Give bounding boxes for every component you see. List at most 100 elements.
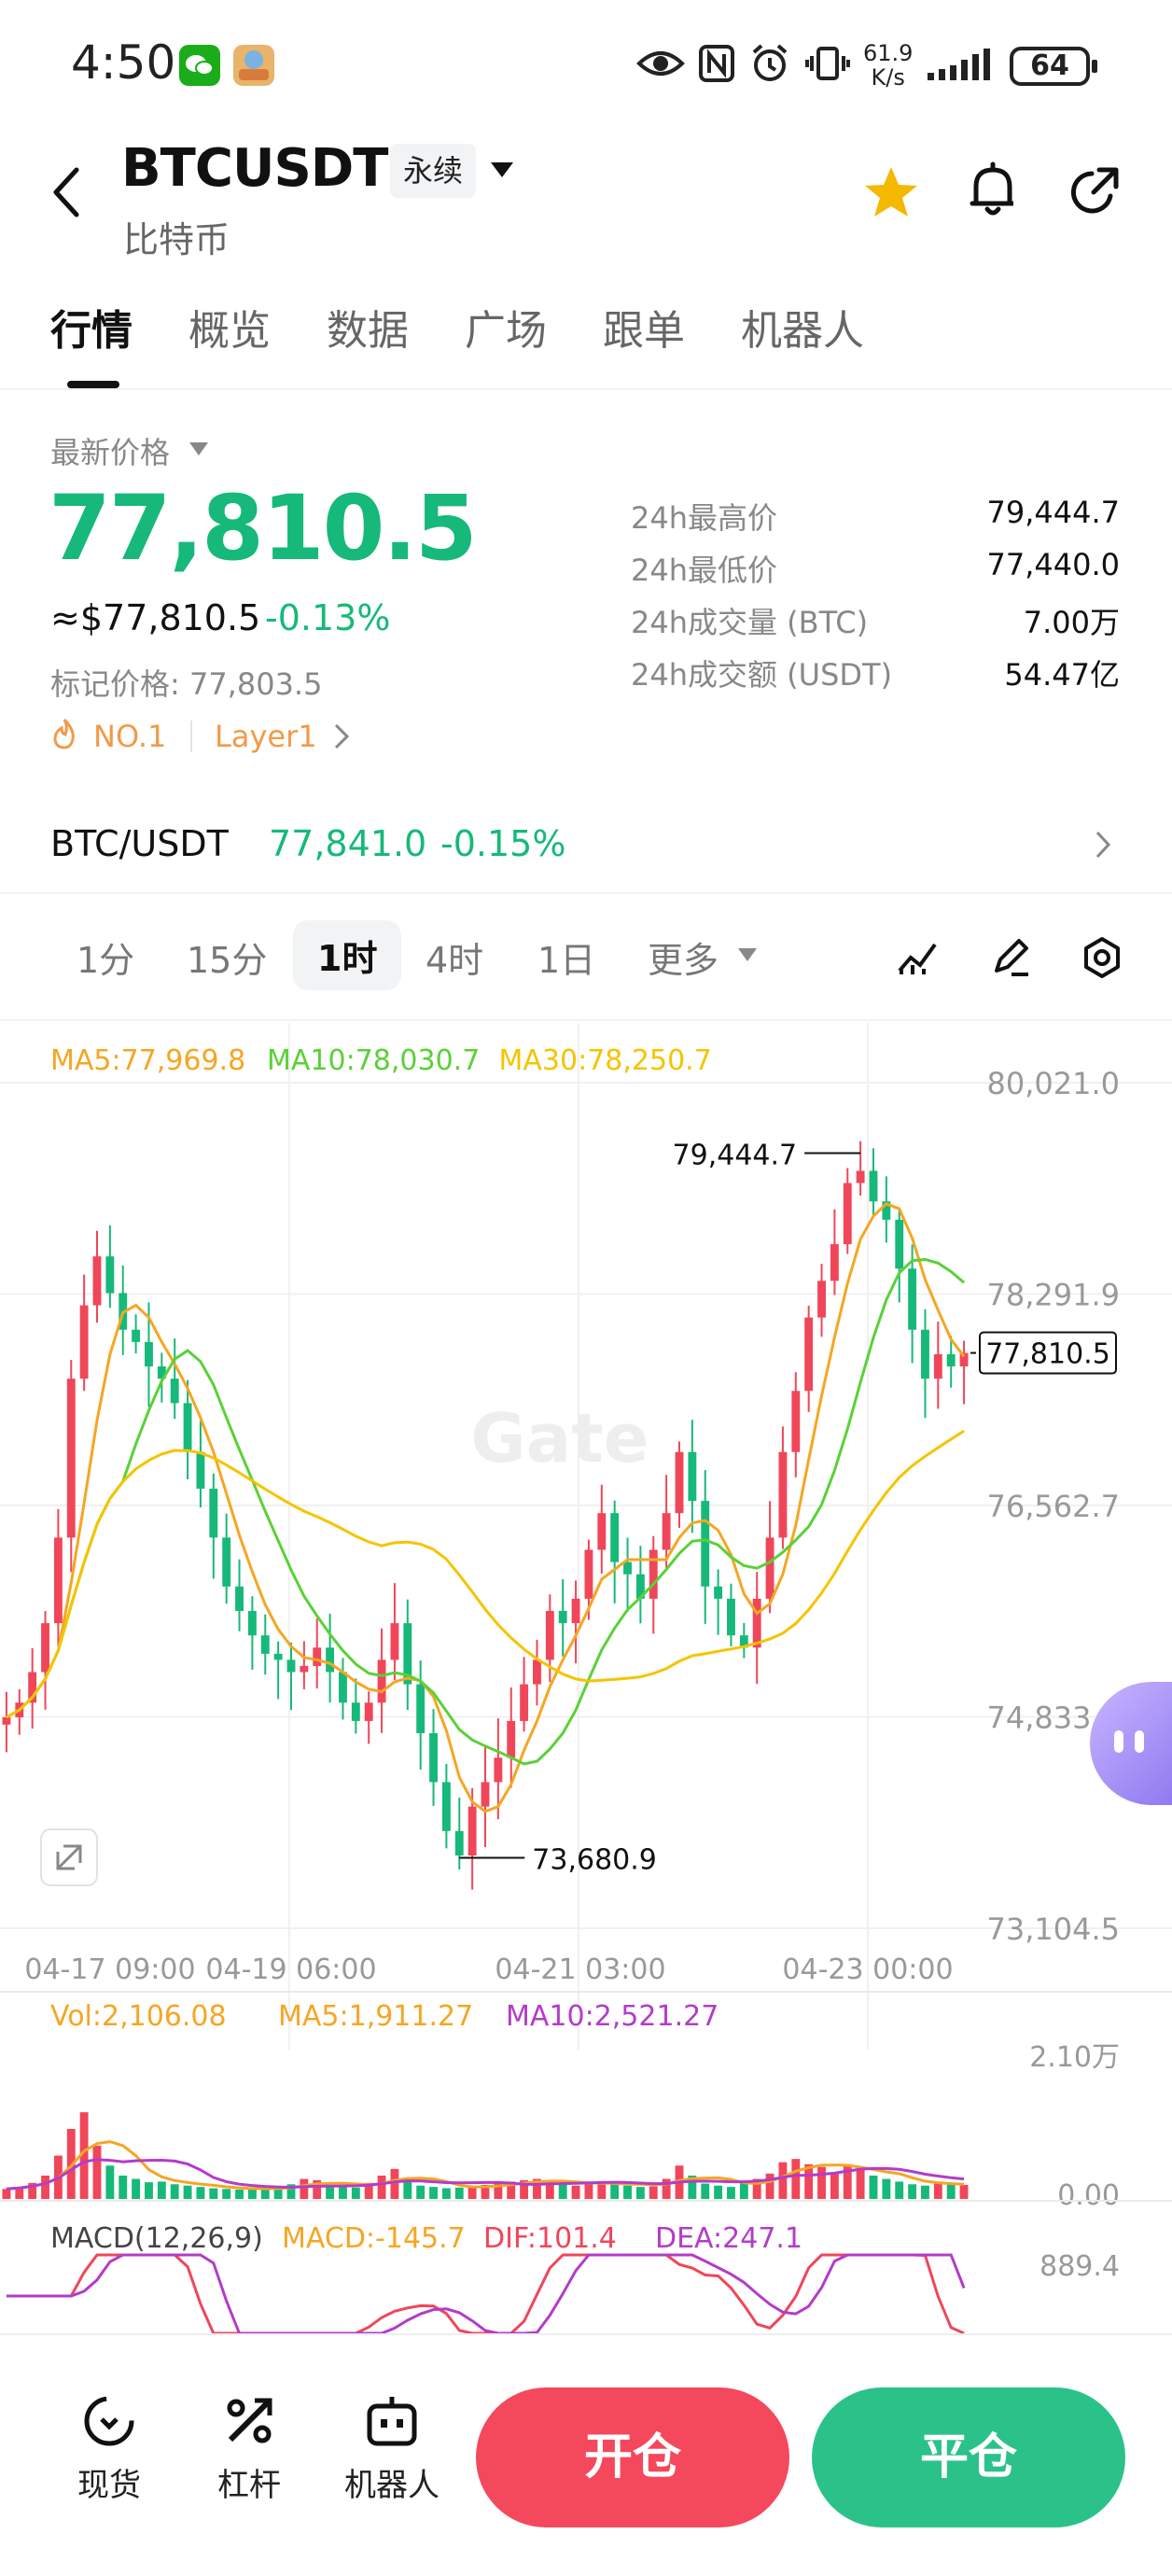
chevron-right-icon[interactable] [1094, 829, 1112, 861]
timeframe-1m[interactable]: 1分 [77, 931, 134, 983]
timeframe-15m[interactable]: 15分 [187, 931, 267, 983]
candle-body [454, 1830, 464, 1855]
x-axis-tick: 04-21 03:00 [495, 1953, 665, 1986]
tab-overview[interactable]: 概览 [188, 297, 271, 357]
timeframe-1h[interactable]: 1时 [293, 920, 402, 990]
candle-body [856, 1170, 865, 1183]
tab-data[interactable]: 数据 [327, 297, 409, 357]
draw-icon[interactable] [989, 935, 1032, 978]
bottom-nav-bots-label: 机器人 [344, 2467, 440, 2504]
macd-legend-3: DEA:247.1 [655, 2222, 802, 2255]
price-section: 最新价格 77,810.5 ≈$77,810.5 -0.13% 标记价格: 77… [0, 390, 1172, 801]
volume-bar [908, 2184, 917, 2199]
volume-bar [429, 2187, 438, 2199]
bottom-action-bar: 现货 杠杆 机器人 开仓 平仓 [0, 2333, 1172, 2576]
bottom-nav-leverage-label: 杠杆 [217, 2467, 281, 2504]
volume-bar [196, 2187, 205, 2199]
candle-body [507, 1720, 516, 1758]
volume-bar [778, 2162, 788, 2199]
stat-high-label: 24h最高价 [631, 500, 778, 536]
candle-body [222, 1537, 231, 1587]
timeframe-bar: 1分 15分 1时 4时 1日 更多 [0, 894, 1172, 1021]
volume-bar [933, 2182, 942, 2199]
volume-bar [635, 2187, 645, 2199]
candle-body [481, 1782, 490, 1807]
candle-body [908, 1268, 917, 1330]
settings-icon[interactable] [1081, 935, 1123, 980]
latest-price-label[interactable]: 最新价格 [50, 429, 170, 472]
dropdown-triangle-icon[interactable] [489, 159, 515, 181]
volume-bar [119, 2176, 128, 2199]
share-icon[interactable] [1066, 164, 1122, 220]
candle-body [895, 1219, 904, 1269]
candle-body [921, 1329, 929, 1379]
spot-icon [84, 2396, 134, 2446]
candle-body [105, 1256, 115, 1294]
volume-bar [610, 2182, 620, 2199]
volume-bar [105, 2165, 115, 2199]
candle-body [339, 1672, 347, 1703]
tab-copy-trading[interactable]: 跟单 [603, 297, 685, 357]
close-position-button[interactable]: 平仓 [812, 2387, 1125, 2527]
candle-body [183, 1403, 192, 1452]
x-axis-tick: 04-23 00:00 [782, 1953, 953, 1986]
volume-y-tick: 2.10万 [1029, 2041, 1120, 2074]
volume-bar [584, 2184, 593, 2199]
alarm-icon [752, 44, 788, 81]
chevron-right-icon[interactable] [332, 722, 351, 750]
volume-y-tick: 0.00 [1057, 2179, 1120, 2212]
timeframe-4h[interactable]: 4时 [426, 931, 483, 983]
timeframe-1d[interactable]: 1日 [537, 931, 595, 983]
status-time: 4:50 [71, 35, 176, 90]
candle-body [843, 1183, 852, 1245]
vibrate-icon [805, 47, 850, 80]
caret-down-icon[interactable] [737, 946, 758, 963]
volume-bar [701, 2183, 710, 2199]
candle-body [467, 1806, 477, 1855]
spot-pair-row[interactable]: BTC/USDT 77,841.0 -0.15% [0, 801, 1172, 894]
candle-body [727, 1598, 735, 1636]
star-icon[interactable] [862, 164, 920, 220]
macd-legend-0: MACD(12,26,9) [50, 2222, 263, 2255]
volume-bar [869, 2176, 878, 2199]
assistant-eye [1135, 1730, 1144, 1753]
open-position-button[interactable]: 开仓 [476, 2387, 789, 2527]
candle-body [41, 1623, 49, 1673]
stat-turnover-label: 24h成交额 (USDT) [631, 657, 893, 693]
leverage-icon [227, 2398, 272, 2443]
volume-bar [377, 2176, 386, 2199]
rank-tag[interactable]: NO.1 [93, 719, 166, 754]
candle-body [752, 1598, 761, 1648]
candle-body [132, 1329, 141, 1342]
kline-chart[interactable]: 80,021.078,291.976,562.774,833.673,104.5… [0, 1023, 1172, 2333]
candle-body [235, 1586, 244, 1612]
stat-turnover-value: 54.47亿 [1004, 657, 1120, 693]
bottom-nav-spot[interactable]: 现货 [67, 2391, 151, 2505]
tab-bots[interactable]: 机器人 [741, 297, 864, 357]
timeframe-more[interactable]: 更多 [648, 931, 719, 983]
bottom-nav-bots[interactable]: 机器人 [336, 2391, 448, 2505]
tab-market[interactable]: 行情 [50, 297, 133, 357]
back-arrow-icon[interactable] [49, 164, 86, 220]
candle-body [313, 1647, 322, 1666]
sector-tag[interactable]: Layer1 [215, 719, 317, 754]
stat-high-value: 79,444.7 [986, 495, 1121, 530]
caret-down-icon[interactable] [188, 441, 209, 457]
volume-bar [856, 2168, 865, 2199]
candle-body [869, 1170, 878, 1202]
app-root: 4:50 61.9 K/s 64 BTCUSDT 永续 比特币 行情 概览 数据 … [0, 0, 1172, 2576]
x-axis-tick: 04-19 06:00 [205, 1953, 376, 1986]
watermark-logo: Gate [471, 1399, 649, 1477]
bell-icon[interactable] [967, 161, 1019, 220]
bottom-nav-leverage[interactable]: 杠杆 [207, 2391, 291, 2505]
volume-bar [2, 2189, 11, 2199]
fire-icon [53, 718, 75, 749]
volume-bar [791, 2159, 801, 2199]
contract-type-badge[interactable]: 永续 [390, 144, 477, 198]
volume-bar [183, 2185, 192, 2199]
price-change: -0.13% [265, 597, 391, 638]
indicator-icon[interactable] [896, 937, 939, 978]
candle-body [791, 1391, 801, 1452]
macd-dea-line [6, 2253, 966, 2333]
tab-square[interactable]: 广场 [465, 297, 547, 357]
